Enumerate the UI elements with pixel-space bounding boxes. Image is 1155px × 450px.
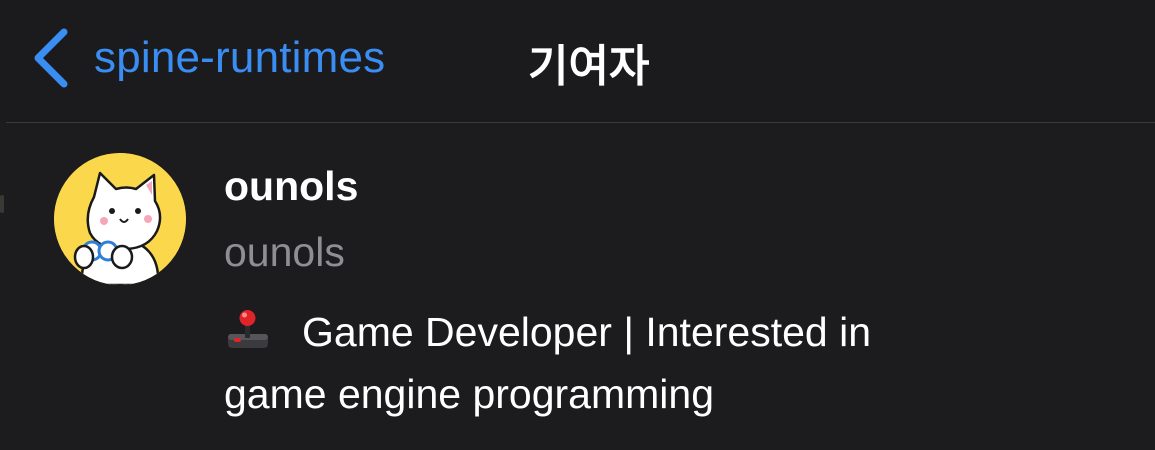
- page-title: 기여자: [528, 42, 650, 91]
- navigation-bar: spine-runtimes 기여자: [0, 0, 1155, 122]
- contributor-bio: Game Developer | Interested in game engi…: [224, 301, 1124, 425]
- back-button[interactable]: spine-runtimes: [30, 22, 385, 94]
- contributor-name: ounols: [224, 163, 359, 209]
- back-label: spine-runtimes: [94, 33, 386, 82]
- cat-avatar-icon: [54, 153, 186, 285]
- avatar: [54, 153, 186, 285]
- bio-line-1: Game Developer | Interested in: [302, 309, 871, 355]
- bio-line-2: game engine programming: [224, 371, 714, 417]
- contributor-list-item[interactable]: ounols ounols Game Developer | Intereste…: [0, 123, 1155, 450]
- joystick-icon: [224, 305, 272, 348]
- contributor-username: ounols: [224, 229, 345, 275]
- chevron-left-icon: [30, 22, 74, 94]
- contributors-screen: spine-runtimes 기여자 ounols ounols Game De…: [0, 0, 1155, 450]
